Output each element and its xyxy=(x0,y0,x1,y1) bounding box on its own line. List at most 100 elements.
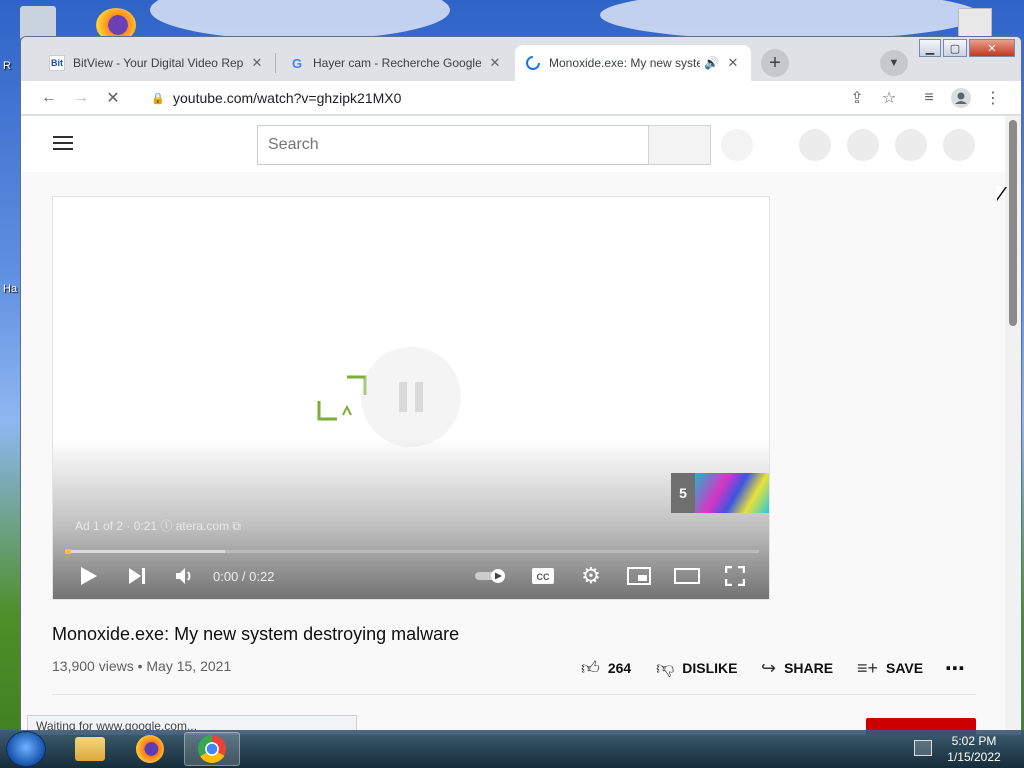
time-display: 0:00 / 0:22 xyxy=(213,569,275,584)
settings-gear-icon[interactable]: ⚙ xyxy=(577,561,605,591)
dislike-button[interactable]: 👎︎ DISLIKE xyxy=(656,654,738,682)
bookmark-star-icon[interactable]: ☆ xyxy=(877,86,901,110)
play-icon[interactable] xyxy=(75,561,103,591)
placeholder-icon[interactable] xyxy=(895,129,927,161)
reading-list-icon[interactable]: ≡ xyxy=(917,86,941,110)
tab-search-chevron-icon[interactable]: ▼ xyxy=(880,50,908,76)
tab-bitview[interactable]: Bit BitView - Your Digital Video Repo ✕ xyxy=(39,45,275,81)
taskbar-explorer[interactable] xyxy=(62,732,118,766)
progress-fill xyxy=(65,550,225,553)
desktop-label: R xyxy=(3,60,11,72)
volume-icon[interactable] xyxy=(171,561,199,591)
stop-loading-icon[interactable]: ✕ xyxy=(101,86,125,110)
save-label: SAVE xyxy=(886,660,924,676)
ad-countdown: 5 xyxy=(679,485,687,501)
tab-google[interactable]: G Hayer cam - Recherche Google ✕ xyxy=(279,45,513,81)
chrome-icon xyxy=(198,735,226,763)
next-icon[interactable] xyxy=(123,561,151,591)
google-icon: G xyxy=(291,55,303,71)
address-bar[interactable]: 🔒 youtube.com/watch?v=ghzipk21MX0 xyxy=(139,84,879,112)
clock-time: 5:02 PM xyxy=(951,734,997,748)
miniplayer-icon[interactable] xyxy=(625,561,653,591)
tab-youtube[interactable]: Monoxide.exe: My new syste 🔊 ✕ xyxy=(515,45,751,81)
more-options-icon[interactable]: ⋯ xyxy=(945,654,965,682)
close-icon[interactable]: ✕ xyxy=(725,55,741,71)
profile-icon[interactable] xyxy=(949,86,973,110)
youtube-header xyxy=(21,116,1005,172)
tab-title: Hayer cam - Recherche Google xyxy=(313,56,481,70)
share-label: SHARE xyxy=(784,660,834,676)
more-vert-icon[interactable]: ⋮ xyxy=(981,86,1005,110)
desktop-cloud xyxy=(150,0,450,40)
tab-title: BitView - Your Digital Video Repo xyxy=(73,56,243,70)
ad-thumbnail xyxy=(695,473,769,513)
tab-strip: Bit BitView - Your Digital Video Repo ✕ … xyxy=(21,37,1021,81)
bitview-icon: Bit xyxy=(49,55,65,71)
desktop-cloud xyxy=(600,0,980,40)
theater-mode-icon[interactable] xyxy=(673,561,701,591)
new-tab-button[interactable]: + xyxy=(761,49,789,77)
minimize-button[interactable]: ▁ xyxy=(919,39,941,57)
share-arrow-icon: ↪ xyxy=(761,657,777,678)
ad-info[interactable]: Ad 1 of 2 · 0:21 ⓘ atera.com ⧉ xyxy=(75,517,241,534)
mouse-cursor xyxy=(996,186,1006,200)
autoplay-toggle[interactable] xyxy=(473,561,509,591)
url-text: youtube.com/watch?v=ghzipk21MX0 xyxy=(173,90,402,106)
network-icon[interactable] xyxy=(914,740,932,756)
tab-title: Monoxide.exe: My new syste xyxy=(549,56,701,70)
placeholder-icon[interactable] xyxy=(799,129,831,161)
lock-icon: 🔒 xyxy=(151,93,165,105)
firefox-icon xyxy=(136,735,164,763)
forward-arrow-icon[interactable]: → xyxy=(69,86,93,110)
fullscreen-icon[interactable] xyxy=(721,561,749,591)
tab-divider xyxy=(275,53,276,73)
taskbar-firefox[interactable] xyxy=(122,732,178,766)
thumbs-down-icon: 👎︎ xyxy=(656,658,675,678)
folder-icon xyxy=(75,737,105,761)
share-icon[interactable]: ⇪ xyxy=(845,86,869,110)
placeholder-icon[interactable] xyxy=(847,129,879,161)
scrollbar-thumb[interactable] xyxy=(1009,120,1017,326)
playlist-add-icon: ≡+ xyxy=(857,657,879,678)
video-title: Monoxide.exe: My new system destroying m… xyxy=(52,624,460,644)
close-icon[interactable]: ✕ xyxy=(249,55,265,71)
svg-text:CC: CC xyxy=(537,572,550,582)
maximize-button[interactable]: ▢ xyxy=(943,39,967,57)
recycle-bin-icon[interactable] xyxy=(20,6,56,40)
search-button[interactable] xyxy=(648,125,711,165)
ad-preview[interactable]: 5 xyxy=(671,473,769,513)
save-button[interactable]: ≡+ SAVE xyxy=(857,654,923,682)
speaker-icon[interactable]: 🔊 xyxy=(704,56,719,70)
share-button[interactable]: ↪ SHARE xyxy=(761,654,833,682)
desktop-file-icon[interactable] xyxy=(958,8,992,38)
pause-overlay-icon[interactable] xyxy=(361,347,461,447)
clock-date: 1/15/2022 xyxy=(947,750,1001,764)
dislike-label: DISLIKE xyxy=(682,660,738,676)
avatar[interactable] xyxy=(943,129,975,161)
divider xyxy=(52,694,976,695)
mic-placeholder-icon[interactable] xyxy=(721,129,753,161)
loading-corner-icon xyxy=(317,375,367,421)
page-scrollbar[interactable] xyxy=(1005,116,1021,735)
taskbar-chrome[interactable] xyxy=(184,732,240,766)
like-button[interactable]: 👍︎ 264 xyxy=(581,654,631,682)
progress-bar[interactable] xyxy=(65,549,759,554)
video-meta: 13,900 views • May 15, 2021 xyxy=(52,658,232,674)
thumbs-up-icon: 👍︎ xyxy=(581,658,600,678)
desktop-label: Ha xyxy=(3,283,18,295)
close-icon[interactable]: ✕ xyxy=(487,55,503,71)
captions-icon[interactable]: CC xyxy=(529,561,557,591)
video-player[interactable]: 5 Ad 1 of 2 · 0:21 ⓘ atera.com ⧉ 0:00 / … xyxy=(52,196,770,600)
loading-spinner-icon xyxy=(525,55,541,71)
youtube-page: 5 Ad 1 of 2 · 0:21 ⓘ atera.com ⧉ 0:00 / … xyxy=(21,116,1005,735)
search-input[interactable] xyxy=(257,125,649,165)
back-arrow-icon[interactable]: ← xyxy=(37,86,61,110)
start-button[interactable] xyxy=(6,731,46,767)
taskbar: 5:02 PM 1/15/2022 xyxy=(0,730,1024,768)
menu-icon[interactable] xyxy=(53,136,73,152)
like-count: 264 xyxy=(607,660,632,676)
browser-toolbar: ← → ✕ 🔒 youtube.com/watch?v=ghzipk21MX0 … xyxy=(21,81,1021,115)
clock[interactable]: 5:02 PM 1/15/2022 xyxy=(942,733,1006,765)
ad-marker xyxy=(65,549,71,554)
window-close-button[interactable]: ✕ xyxy=(969,39,1015,57)
